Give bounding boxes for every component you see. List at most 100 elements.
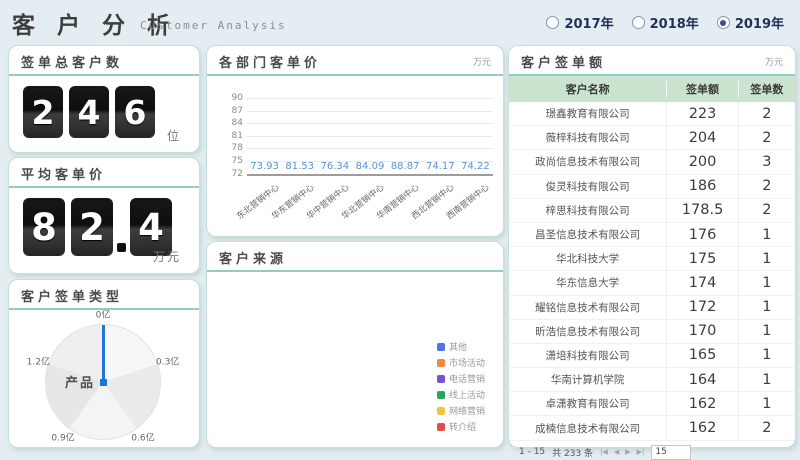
legend-swatch-icon [437,391,445,399]
legend-item-市场活动[interactable]: 市场活动 [437,356,485,369]
prev-page-button[interactable]: ◀ [614,448,619,456]
sign-count-cell: 1 [738,392,795,415]
table-row: 华东信息大学1741 [509,271,795,295]
sign-amount-cell: 200 [666,150,738,173]
axis-unit-label: 万元 [473,55,491,68]
next-page-button[interactable]: ▶ [625,448,630,456]
chart-legend: 其他市场活动电话营销线上活动网络营销转介绍 [437,340,485,433]
pagination-buttons: |◀ ◀ ▶ ▶| [600,448,644,456]
y-axis-tick: 84 [217,118,243,128]
customer-name-cell: 成楠信息技术有限公司 [509,416,666,439]
page-subtitle: Customer Analysis [140,19,287,32]
sign-count-cell: 1 [738,344,795,367]
year-option-label: 2019年 [735,13,784,32]
data-label: 76.34 [321,161,350,172]
gauge-tick-label: 0.6亿 [131,431,154,444]
legend-swatch-icon [437,375,445,383]
year-option-2017年[interactable]: 2017年 [546,13,613,32]
data-label: 73.93 [250,161,279,172]
sign-count-cell: 1 [738,223,795,246]
legend-item-电话营销[interactable]: 电话营销 [437,372,485,385]
panel-title-text: 各部门客单价 [219,52,321,71]
panel-title-text: 客户签单额 [521,52,606,71]
first-page-button[interactable]: |◀ [600,448,608,456]
gauge-tick-label: 1.2亿 [27,354,50,367]
customer-name-cell: 华南计算机学院 [509,368,666,391]
y-axis-tick: 81 [217,131,243,141]
pagination-bar: 1 - 15 共 233 条 |◀◀▶▶| [509,441,795,460]
legend-item-网络营销[interactable]: 网络营销 [437,404,485,417]
table-row: 华北科技大学1751 [509,247,795,271]
flip-digit: 2 [23,86,63,138]
gauge-tick-label: 0亿 [96,308,111,321]
legend-item-转介绍[interactable]: 转介绍 [437,420,485,433]
page-size-input[interactable] [651,445,691,460]
customer-name-cell: 昌圣信息技术有限公司 [509,223,666,246]
sign-amount-cell: 178.5 [666,199,738,222]
customer-name-cell: 薇梓科技有限公司 [509,126,666,149]
legend-label: 市场活动 [449,356,485,369]
data-label: 74.17 [426,161,455,172]
sign-count-cell: 2 [738,175,795,198]
table-row: 潇培科技有限公司1651 [509,344,795,368]
table-row: 政尚信息技术有限公司2003 [509,150,795,174]
sign-count-cell: 1 [738,368,795,391]
sign-amount-cell: 162 [666,392,738,415]
flip-digit: 2 [71,198,113,256]
data-label: 81.53 [285,161,314,172]
legend-item-线上活动[interactable]: 线上活动 [437,388,485,401]
sign-count-cell: 1 [738,320,795,343]
radio-icon[interactable] [632,16,645,29]
gridline [247,174,493,176]
panel-title-text: 客户来源 [219,248,287,267]
table-row: 卓潇教育有限公司1621 [509,392,795,416]
gauge-tick-label: 0.3亿 [156,354,179,367]
gauge-hub-icon [100,379,107,386]
customer-name-cell: 潇培科技有限公司 [509,344,666,367]
table-row: 璟鑫教育有限公司2232 [509,102,795,126]
customer-name-cell: 华北科技大学 [509,247,666,270]
table-body: 璟鑫教育有限公司2232薇梓科技有限公司2042政尚信息技术有限公司2003俊灵… [509,102,795,441]
last-page-button[interactable]: ▶| [637,448,645,456]
table-unit-label: 万元 [765,55,783,68]
sign-count-cell: 2 [738,199,795,222]
sign-amount-cell: 175 [666,247,738,270]
year-option-2019年[interactable]: 2019年 [717,13,784,32]
y-axis-tick: 90 [217,93,243,103]
customer-name-cell: 政尚信息技术有限公司 [509,150,666,173]
y-axis-tick: 75 [217,156,243,166]
table-header: 客户名称签单额签单数 [509,76,795,102]
legend-swatch-icon [437,359,445,367]
panel-title: 各部门客单价 万元 [207,46,503,76]
panel-title: 客户签单额 万元 [509,46,795,76]
customer-name-cell: 华东信息大学 [509,271,666,294]
sign-amount-cell: 164 [666,368,738,391]
year-option-2018年[interactable]: 2018年 [632,13,699,32]
year-filter: 2017年 2018年 2019年 [546,13,784,32]
customer-name-cell: 卓潇教育有限公司 [509,392,666,415]
sign-amount-cell: 165 [666,344,738,367]
gridline [247,123,493,124]
radio-selected-icon[interactable] [717,16,730,29]
gridline [247,111,493,112]
year-option-label: 2017年 [564,13,613,32]
table-row: 耀铭信息技术有限公司1721 [509,296,795,320]
data-label: 84.09 [356,161,385,172]
y-axis-tick: 87 [217,106,243,116]
legend-label: 网络营销 [449,404,485,417]
column-header-签单额: 签单额 [666,81,738,97]
panel-title-text: 客户签单类型 [21,286,123,305]
legend-item-其他[interactable]: 其他 [437,340,485,353]
customer-name-cell: 璟鑫教育有限公司 [509,102,666,125]
radio-icon[interactable] [546,16,559,29]
table-row: 成楠信息技术有限公司1622 [509,416,795,440]
sign-amount-cell: 170 [666,320,738,343]
sign-amount-cell: 223 [666,102,738,125]
table-row: 薇梓科技有限公司2042 [509,126,795,150]
kpi-unit-label: 万元 [153,248,181,265]
sign-count-cell: 1 [738,271,795,294]
panel-title-text: 平均客单价 [21,164,106,183]
panel-title: 客户来源 [207,242,503,272]
sign-count-cell: 3 [738,150,795,173]
y-axis-tick: 78 [217,143,243,153]
